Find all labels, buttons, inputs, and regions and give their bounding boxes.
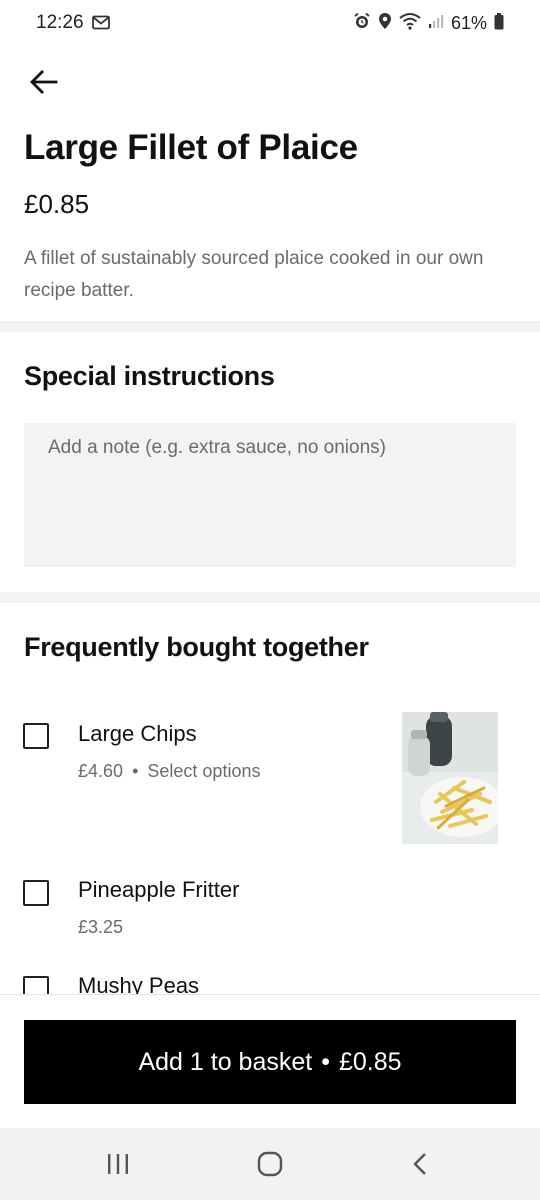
item-options-link[interactable]: Select options — [147, 761, 260, 781]
alarm-icon — [353, 12, 371, 35]
section-divider — [0, 592, 540, 603]
chevron-left-icon — [413, 1153, 426, 1175]
home-button[interactable] — [250, 1148, 290, 1180]
item-name: Large Chips — [78, 721, 197, 746]
large-chips-image — [402, 712, 498, 844]
item-price: £3.25 — [78, 917, 124, 937]
location-icon — [378, 12, 392, 35]
mushy-peas-checkbox[interactable] — [23, 976, 49, 994]
wifi-icon — [399, 12, 421, 35]
frequently-bought-title: Frequently bought together — [24, 632, 369, 662]
item-name: Mushy Peas — [78, 973, 200, 994]
list-item[interactable]: Pineapple Fritter £3.25 — [0, 860, 540, 960]
status-bar: 12:26 61% — [0, 0, 540, 48]
recent-apps-button[interactable] — [98, 1148, 138, 1180]
home-icon — [257, 1151, 283, 1177]
back-button[interactable] — [26, 64, 62, 100]
item-name: Pineapple Fritter — [78, 877, 240, 902]
separator-dot: • — [132, 761, 139, 781]
battery-icon — [494, 12, 504, 35]
product-title: Large Fillet of Plaice — [24, 128, 358, 167]
separator-dot: • — [321, 1047, 330, 1076]
item-price: £4.60 — [78, 761, 124, 781]
status-time: 12:26 — [36, 12, 84, 33]
special-instructions-input[interactable]: Add a note (e.g. extra sauce, no onions) — [24, 423, 516, 567]
system-nav-bar — [0, 1128, 540, 1200]
special-instructions-title: Special instructions — [24, 361, 275, 391]
add-to-basket-button[interactable]: Add 1 to basket • £0.85 — [24, 1020, 516, 1104]
signal-icon — [428, 13, 444, 34]
mail-icon — [92, 15, 110, 35]
item-details: £4.60 • Select options — [78, 761, 260, 782]
add-button-price: £0.85 — [338, 1047, 402, 1076]
battery-percentage: 61% — [450, 13, 487, 33]
large-chips-checkbox[interactable] — [23, 723, 49, 749]
pineapple-fritter-checkbox[interactable] — [23, 880, 49, 906]
status-icons: 61% — [353, 12, 504, 35]
add-button-label: Add 1 to basket — [138, 1047, 313, 1076]
section-divider — [0, 321, 540, 332]
recent-apps-icon — [108, 1154, 128, 1174]
arrow-left-icon — [30, 70, 58, 94]
note-placeholder: Add a note (e.g. extra sauce, no onions) — [48, 437, 386, 458]
list-item[interactable]: Mushy Peas — [0, 960, 540, 994]
product-description: A fillet of sustainably sourced plaice c… — [24, 248, 484, 301]
system-back-button[interactable] — [400, 1148, 440, 1180]
product-price: £0.85 — [24, 189, 90, 219]
